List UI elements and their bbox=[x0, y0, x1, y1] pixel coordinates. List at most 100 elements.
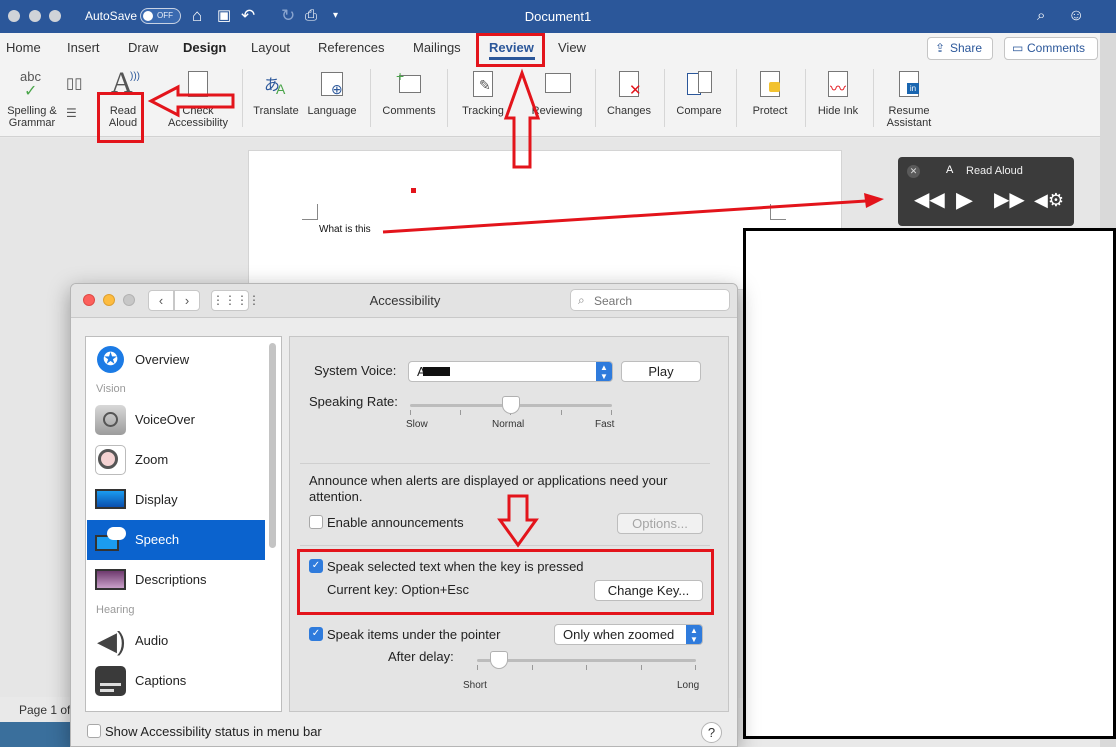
spelling-grammar-button[interactable]: abc ✓ Spelling & Grammar bbox=[2, 63, 62, 133]
share-button[interactable]: ⇪ Share bbox=[927, 37, 993, 60]
show-status-checkbox[interactable] bbox=[87, 724, 101, 738]
translate-icon: あA bbox=[264, 77, 286, 97]
tab-draw[interactable]: Draw bbox=[128, 40, 158, 55]
check-accessibility-label: Check Accessibility bbox=[168, 105, 228, 129]
system-voice-popup[interactable]: A ▲ ▼ bbox=[408, 361, 613, 382]
document-text[interactable]: What is this bbox=[319, 224, 371, 235]
save-icon[interactable]: ▣ bbox=[217, 6, 231, 26]
voice-settings-icon[interactable]: ◀⚙ bbox=[1034, 187, 1064, 213]
show-all-grid-icon[interactable]: ⋮⋮⋮⋮ bbox=[211, 290, 260, 311]
hide-ink-button[interactable]: 〰 Hide Ink bbox=[810, 63, 866, 133]
sidebar-item-speech[interactable]: Speech bbox=[87, 520, 265, 560]
descriptions-icon bbox=[95, 565, 126, 595]
comments-ribbon-label: Comments bbox=[382, 105, 436, 117]
enable-announcements-checkbox[interactable] bbox=[309, 515, 323, 529]
autosave-toggle[interactable]: OFF bbox=[140, 8, 181, 24]
blank-overlay-box bbox=[743, 228, 1116, 739]
speak-pointer-checkbox[interactable]: ✓ bbox=[309, 627, 323, 641]
sidebar-item-descriptions[interactable]: Descriptions bbox=[87, 560, 265, 600]
comment-icon: ▭ bbox=[1012, 41, 1024, 55]
share-icon: ⇪ bbox=[935, 41, 946, 55]
resume-assistant-button[interactable]: in Resume Assistant bbox=[878, 63, 940, 133]
tab-view[interactable]: View bbox=[558, 40, 586, 55]
overview-icon: ✪ bbox=[95, 345, 126, 375]
redo-icon: ↻ bbox=[281, 6, 296, 25]
accessibility-preferences-window: ‹ › ⋮⋮⋮⋮ Accessibility ⌕ ✪ Overview Visi… bbox=[70, 283, 738, 747]
captions-icon bbox=[95, 666, 126, 696]
prefs-minimize-button[interactable] bbox=[103, 294, 115, 306]
tab-insert[interactable]: Insert bbox=[67, 40, 100, 55]
tab-design[interactable]: Design bbox=[183, 40, 226, 55]
search-icon[interactable]: ⌕ bbox=[1037, 6, 1045, 26]
announce-description: Announce when alerts are displayed or ap… bbox=[309, 473, 668, 504]
thesaurus-icon[interactable]: ▯▯ bbox=[66, 74, 83, 92]
sidebar-item-captions[interactable]: Captions bbox=[87, 661, 265, 701]
after-delay-slider[interactable] bbox=[477, 659, 696, 662]
page-count-status: Page 1 of bbox=[19, 703, 71, 717]
after-delay-thumb[interactable] bbox=[489, 651, 508, 669]
resume-assistant-icon: in bbox=[895, 69, 923, 99]
sidebar-header-hearing: Hearing bbox=[96, 604, 135, 616]
system-voice-label: System Voice: bbox=[314, 363, 397, 378]
sidebar-item-audio[interactable]: ◀) Audio bbox=[87, 621, 265, 661]
comments-label: Comments bbox=[1027, 41, 1086, 55]
undo-icon[interactable]: ↶ bbox=[241, 6, 255, 26]
play-icon[interactable]: ▶ bbox=[956, 187, 973, 213]
protect-icon bbox=[756, 69, 784, 99]
help-button[interactable]: ? bbox=[701, 722, 722, 743]
comments-button[interactable]: ▭ Comments bbox=[1004, 37, 1098, 60]
crop-mark-right bbox=[770, 204, 786, 220]
rewind-icon[interactable]: ◀◀ bbox=[914, 187, 945, 213]
window-zoom-button[interactable] bbox=[49, 10, 61, 22]
pointer-mode-popup[interactable]: Only when zoomed ▲ ▼ bbox=[554, 624, 703, 645]
reviewing-button[interactable]: Reviewing bbox=[526, 63, 588, 133]
rate-normal-label: Normal bbox=[492, 419, 525, 430]
check-accessibility-button[interactable]: Check Accessibility bbox=[160, 63, 236, 133]
speaking-rate-thumb[interactable] bbox=[502, 396, 520, 414]
prefs-sidebar: ✪ Overview Vision VoiceOver Zoom Display… bbox=[85, 336, 282, 712]
compare-button[interactable]: Compare bbox=[670, 63, 728, 133]
popup-arrows-icon: ▲ ▼ bbox=[596, 362, 612, 381]
search-icon: ⌕ bbox=[578, 293, 585, 307]
fast-forward-icon[interactable]: ▶▶ bbox=[994, 187, 1025, 213]
language-button[interactable]: ⊕ Language bbox=[304, 63, 360, 133]
sidebar-item-display[interactable]: Display bbox=[87, 480, 265, 520]
prefs-search[interactable]: ⌕ bbox=[570, 289, 730, 311]
tab-home[interactable]: Home bbox=[6, 40, 41, 55]
back-button[interactable]: ‹ bbox=[148, 290, 174, 311]
home-icon[interactable]: ⌂ bbox=[192, 6, 202, 26]
tracking-button[interactable]: ✎ Tracking bbox=[454, 63, 512, 133]
play-button[interactable]: Play bbox=[621, 361, 701, 382]
sidebar-item-zoom[interactable]: Zoom bbox=[87, 440, 265, 480]
redacted-voice-name bbox=[423, 367, 450, 376]
speaking-rate-label: Speaking Rate: bbox=[309, 394, 398, 409]
window-close-button[interactable] bbox=[8, 10, 20, 22]
speech-panel: System Voice: A ▲ ▼ Play Speaking Rate: S… bbox=[289, 336, 729, 712]
read-aloud-title: Read Aloud bbox=[966, 165, 1023, 177]
resume-assistant-label: Resume Assistant bbox=[886, 105, 932, 129]
prefs-search-input[interactable] bbox=[594, 293, 724, 308]
tab-layout[interactable]: Layout bbox=[251, 40, 290, 55]
forward-button[interactable]: › bbox=[174, 290, 200, 311]
sidebar-item-overview[interactable]: ✪ Overview bbox=[87, 340, 265, 380]
translate-button[interactable]: あA Translate bbox=[248, 63, 304, 133]
after-delay-label: After delay: bbox=[388, 649, 454, 664]
changes-button[interactable]: ✕ Changes bbox=[601, 63, 657, 133]
read-aloud-close-button[interactable]: ✕ bbox=[907, 165, 920, 178]
tab-mailings[interactable]: Mailings bbox=[413, 40, 461, 55]
print-icon[interactable]: ⎙ bbox=[305, 6, 317, 26]
zoom-icon bbox=[95, 445, 126, 475]
rate-fast-label: Fast bbox=[595, 419, 615, 430]
protect-button[interactable]: Protect bbox=[742, 63, 798, 133]
comments-ribbon-button[interactable]: + Comments bbox=[378, 63, 440, 133]
tab-references[interactable]: References bbox=[318, 40, 384, 55]
word-count-icon[interactable]: ☰ bbox=[66, 106, 77, 120]
prefs-close-button[interactable] bbox=[83, 294, 95, 306]
sidebar-item-voiceover[interactable]: VoiceOver bbox=[87, 400, 265, 440]
window-minimize-button[interactable] bbox=[29, 10, 41, 22]
hide-ink-icon: 〰 bbox=[824, 69, 852, 99]
customize-toolbar-icon[interactable]: ▾ bbox=[333, 6, 338, 26]
account-icon[interactable]: ☺ bbox=[1068, 6, 1084, 26]
reviewing-pane-icon bbox=[543, 69, 571, 99]
sidebar-scrollbar[interactable] bbox=[269, 343, 276, 548]
